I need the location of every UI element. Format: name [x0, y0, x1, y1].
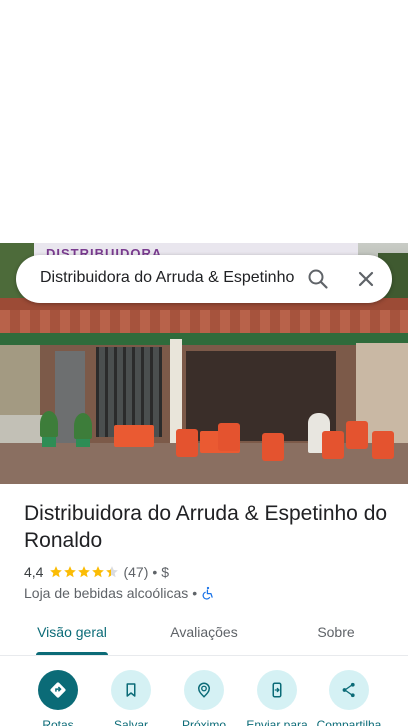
rating-stars — [49, 565, 119, 579]
photo-chair — [346, 421, 368, 449]
save-button-circle — [111, 670, 151, 710]
wheelchair-icon — [202, 586, 213, 600]
directions-button-circle — [38, 670, 78, 710]
review-count[interactable]: (47) — [123, 564, 148, 580]
tab-about[interactable]: Sobre — [302, 612, 370, 656]
rating-row[interactable]: 4,4 (47) • $ — [24, 563, 169, 581]
place-title: Distribuidora do Arruda & Espetinho do R… — [24, 502, 388, 552]
send-to-phone-label: Enviar para — [246, 718, 308, 726]
photo-chair — [372, 431, 394, 459]
save-label: Salvar — [113, 718, 148, 726]
share-button[interactable]: Compartilha — [309, 668, 389, 726]
tab-overview[interactable]: Visão geral — [24, 612, 120, 656]
photo-plant — [74, 413, 92, 439]
nearby-button-circle — [184, 670, 224, 710]
nearby-icon — [197, 682, 211, 698]
save-button[interactable]: Salvar — [91, 668, 171, 726]
map-area-blank — [0, 0, 408, 243]
star-icon — [50, 566, 63, 578]
category-separator: • — [192, 585, 198, 601]
category-row: Loja de bebidas alcoólicas • — [24, 584, 215, 602]
send-to-phone-button[interactable]: Enviar para — [237, 668, 317, 726]
directions-label: Rotas — [42, 718, 74, 726]
active-tab-indicator — [36, 652, 108, 655]
send-to-phone-button-circle — [257, 670, 297, 710]
photo-table — [114, 425, 154, 447]
star-icon — [64, 566, 77, 578]
photo-chair — [218, 423, 240, 451]
nearby-button[interactable]: Próximo — [164, 668, 244, 726]
photo-chair — [322, 431, 344, 459]
star-icon — [78, 566, 91, 578]
price-level: $ — [161, 564, 170, 580]
search-icon — [308, 269, 328, 289]
share-icon — [342, 682, 355, 698]
rating-value: 4,4 — [24, 564, 44, 580]
photo-grate — [96, 347, 162, 437]
place-tabs: Visão geral Avaliações Sobre — [0, 612, 408, 656]
search-input[interactable]: Distribuidora do Arruda & Espetinho — [40, 269, 306, 287]
search-button[interactable] — [302, 263, 334, 295]
directions-button[interactable]: Rotas — [18, 668, 98, 726]
search-bar[interactable]: Distribuidora do Arruda & Espetinho — [16, 255, 392, 303]
close-icon — [358, 271, 374, 287]
share-label: Compartilha — [316, 718, 382, 726]
photo-green-trim — [0, 333, 408, 345]
tab-reviews[interactable]: Avaliações — [154, 612, 254, 656]
action-buttons: Rotas Salvar Próximo Enviar para Compart… — [0, 668, 408, 726]
photo-plant — [40, 411, 58, 437]
share-button-circle — [329, 670, 369, 710]
rating-separator: • — [152, 564, 158, 580]
clear-search-button[interactable] — [350, 263, 382, 295]
place-category: Loja de bebidas alcoólicas — [24, 585, 189, 601]
photo-chair — [176, 429, 198, 457]
nearby-label: Próximo — [181, 718, 226, 726]
send-to-phone-icon — [272, 682, 282, 698]
bookmark-icon — [126, 683, 136, 697]
star-icon — [106, 566, 119, 578]
star-icon — [92, 566, 105, 578]
directions-icon — [50, 682, 66, 698]
photo-wall-left — [0, 345, 40, 425]
photo-chair — [262, 433, 284, 461]
